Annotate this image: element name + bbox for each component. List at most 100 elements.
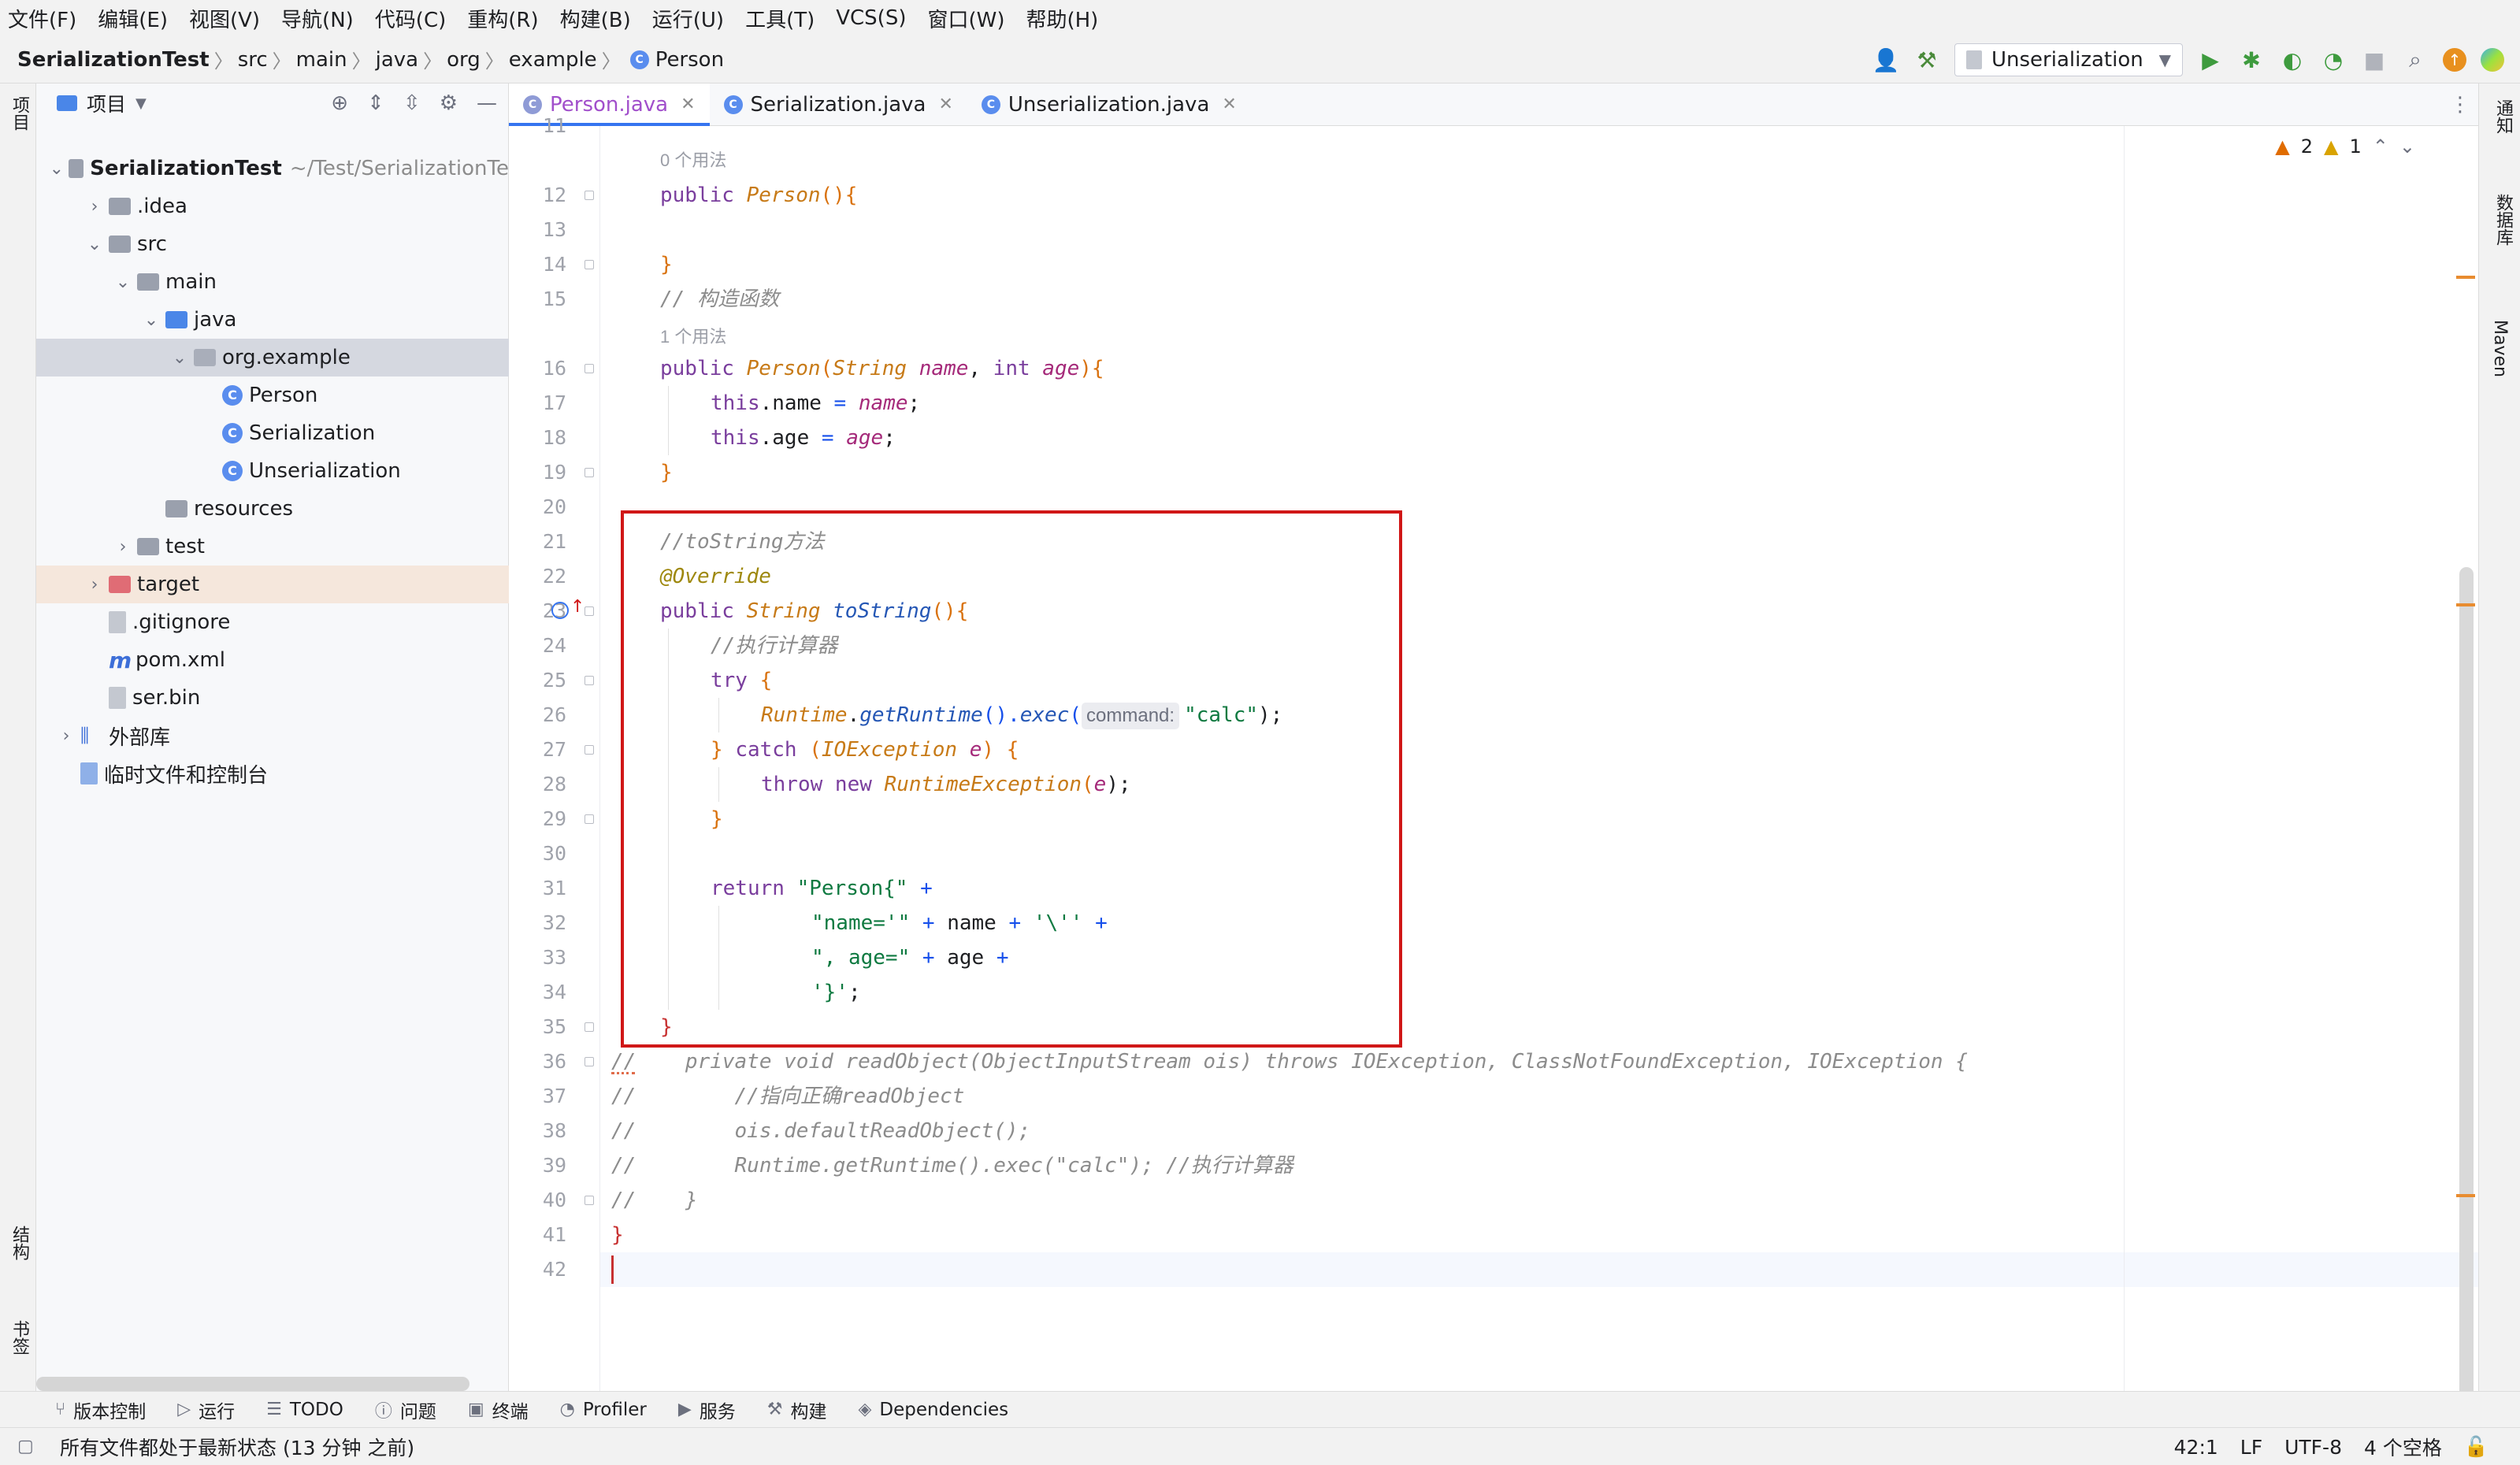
more-tabs-icon[interactable]: ⋮ <box>2450 83 2470 126</box>
code-line[interactable]: } <box>611 1218 624 1252</box>
code-line[interactable]: // 构造函数 <box>660 282 779 317</box>
tree-item[interactable]: resources <box>36 490 509 528</box>
code-area[interactable]: 0 个用法 1 个用法 public Person(){}// 构造函数 public… <box>600 126 2478 1391</box>
menu-help[interactable]: 帮助(H) <box>1026 4 1098 33</box>
tree-item[interactable]: C Serialization <box>36 414 509 452</box>
menu-run[interactable]: 运行(U) <box>652 4 724 33</box>
breadcrumb-person[interactable]: Person <box>655 48 724 72</box>
warning-marker[interactable] <box>2456 1194 2475 1197</box>
jetbrains-logo-icon[interactable] <box>2481 48 2504 72</box>
maven-tool-button[interactable]: Maven <box>2490 320 2510 377</box>
file-encoding[interactable]: UTF-8 <box>2284 1436 2342 1459</box>
breadcrumb-project[interactable]: SerializationTest <box>17 48 210 72</box>
menu-file[interactable]: 文件(F) <box>8 4 76 33</box>
expand-all-icon[interactable]: ⇕ <box>367 91 384 115</box>
code-line[interactable]: // } <box>611 1183 698 1218</box>
scrollbar-thumb[interactable] <box>2459 567 2474 1465</box>
line-number-gutter[interactable]: 11 12 13 14 15 16 17 18 19 20 21 22 23 24 25 26 27 28 29 30… <box>509 114 600 1391</box>
panel-toggle-icon[interactable]: ▢ <box>17 1437 34 1456</box>
debug-icon[interactable]: ✱ <box>2238 46 2265 73</box>
services-tool-button[interactable]: ▶ 服务 <box>678 1396 736 1423</box>
tree-item[interactable]: C Person <box>36 376 509 414</box>
menu-edit[interactable]: 编辑(E) <box>98 4 168 33</box>
code-line[interactable]: // ois.defaultReadObject(); <box>611 1114 1030 1148</box>
structure-tool-button[interactable]: 结构 <box>6 1226 32 1260</box>
lock-icon[interactable]: 🔓 <box>2464 1435 2488 1459</box>
project-tool-button[interactable]: 项目 <box>6 96 32 131</box>
tree-item[interactable]: › test <box>36 528 509 566</box>
close-icon[interactable]: ✕ <box>938 95 952 114</box>
chevron-down-icon[interactable]: ⌄ <box>170 348 189 368</box>
bookmarks-tool-button[interactable]: 书签 <box>6 1320 32 1355</box>
vcs-tool-button[interactable]: ⑂ 版本控制 <box>55 1396 146 1423</box>
code-line[interactable]: this.age = age; <box>711 421 896 455</box>
tree-item[interactable]: › .idea <box>36 187 509 225</box>
chevron-down-icon[interactable]: ⌄ <box>2399 135 2415 158</box>
menu-build[interactable]: 构建(B) <box>560 4 631 33</box>
profile-icon[interactable]: ◔ <box>2320 46 2347 73</box>
fold-marker-icon[interactable] <box>585 745 594 755</box>
line-separator[interactable]: LF <box>2240 1436 2262 1459</box>
run-tool-button[interactable]: ▷ 运行 <box>177 1396 235 1423</box>
fold-marker-icon[interactable] <box>585 1057 594 1066</box>
coverage-icon[interactable]: ◐ <box>2279 46 2306 73</box>
warning-marker[interactable] <box>2456 276 2475 279</box>
profiler-tool-button[interactable]: ◔ Profiler <box>560 1400 647 1420</box>
caret-position[interactable]: 42:1 <box>2174 1436 2218 1459</box>
fold-marker-icon[interactable] <box>585 676 594 685</box>
notifications-tool-button[interactable]: 通知 <box>2490 99 2515 134</box>
chevron-up-icon[interactable]: ⌃ <box>2373 135 2388 158</box>
tree-item[interactable]: › target <box>36 566 509 603</box>
code-line[interactable]: public Person(String name, int age){ <box>660 351 1104 386</box>
code-line[interactable]: // //指向正确readObject <box>611 1079 964 1114</box>
menu-tools[interactable]: 工具(T) <box>745 4 815 33</box>
editor-vertical-scrollbar[interactable] <box>2447 126 2478 1465</box>
fold-marker-icon[interactable] <box>585 814 594 824</box>
fold-marker-icon[interactable] <box>585 191 594 200</box>
fold-marker-icon[interactable] <box>585 606 594 616</box>
code-line[interactable]: public Person(){ <box>660 178 857 213</box>
fold-marker-icon[interactable] <box>585 260 594 269</box>
code-line[interactable]: // Runtime.getRuntime().exec("calc"); //… <box>611 1148 1293 1183</box>
menu-code[interactable]: 代码(C) <box>375 4 446 33</box>
chevron-down-icon[interactable]: ⌄ <box>50 159 64 179</box>
fold-marker-icon[interactable] <box>585 364 594 373</box>
code-line[interactable]: } <box>660 247 673 282</box>
usage-hint[interactable]: 1 个用法 <box>660 320 726 354</box>
code-line[interactable]: } <box>660 455 673 490</box>
problems-tool-button[interactable]: ⓘ 问题 <box>375 1396 436 1423</box>
menu-vcs[interactable]: VCS(S) <box>836 6 906 30</box>
tree-item[interactable]: ⌄ src <box>36 225 509 263</box>
fold-marker-icon[interactable] <box>585 1022 594 1032</box>
project-horizontal-scrollbar[interactable] <box>36 1377 469 1391</box>
menu-refactor[interactable]: 重构(R) <box>467 4 538 33</box>
tree-item[interactable]: ser.bin <box>36 679 509 717</box>
breadcrumb-example[interactable]: example <box>509 48 597 72</box>
hammer-build-icon[interactable]: ⚒ <box>1913 46 1940 73</box>
build-tool-button[interactable]: ⚒ 构建 <box>767 1396 827 1423</box>
tree-item[interactable]: ⌄ org.example <box>36 339 509 376</box>
breadcrumb-org[interactable]: org <box>447 48 481 72</box>
tree-item[interactable]: ⌄ SerializationTest ~/Test/SerializationTe <box>36 150 509 187</box>
fold-marker-icon[interactable] <box>585 468 594 477</box>
overrides-method-icon[interactable]: ↑ <box>551 597 585 619</box>
chevron-right-icon[interactable]: › <box>85 575 104 595</box>
chevron-down-icon[interactable]: ⌄ <box>142 310 161 330</box>
code-line[interactable]: this.name = name; <box>711 386 920 421</box>
minimize-icon[interactable]: — <box>477 91 497 115</box>
locate-icon[interactable]: ⊕ <box>331 91 348 115</box>
code-line[interactable]: // private void readObject(ObjectInputSt… <box>611 1044 1968 1079</box>
search-icon[interactable]: ⌕ <box>2402 46 2429 73</box>
status-message[interactable]: 所有文件都处于最新状态 (13 分钟 之前) <box>60 1433 414 1461</box>
gear-icon[interactable]: ⚙ <box>440 91 458 115</box>
tree-item[interactable]: C Unserialization <box>36 452 509 490</box>
close-icon[interactable]: ✕ <box>681 95 695 114</box>
chevron-down-icon[interactable]: ▼ <box>135 95 147 112</box>
usage-hint[interactable]: 0 个用法 <box>660 143 726 178</box>
tree-item[interactable]: › ⫼ 外部库 <box>36 717 509 755</box>
inspection-widget[interactable]: ▲ 2 ▲ 1 ⌃ ⌄ <box>2275 135 2415 158</box>
tree-item[interactable]: ⌄ main <box>36 263 509 301</box>
stop-icon[interactable]: ■ <box>2361 46 2388 73</box>
menu-window[interactable]: 窗口(W) <box>927 4 1004 33</box>
tree-item[interactable]: .gitignore <box>36 603 509 641</box>
